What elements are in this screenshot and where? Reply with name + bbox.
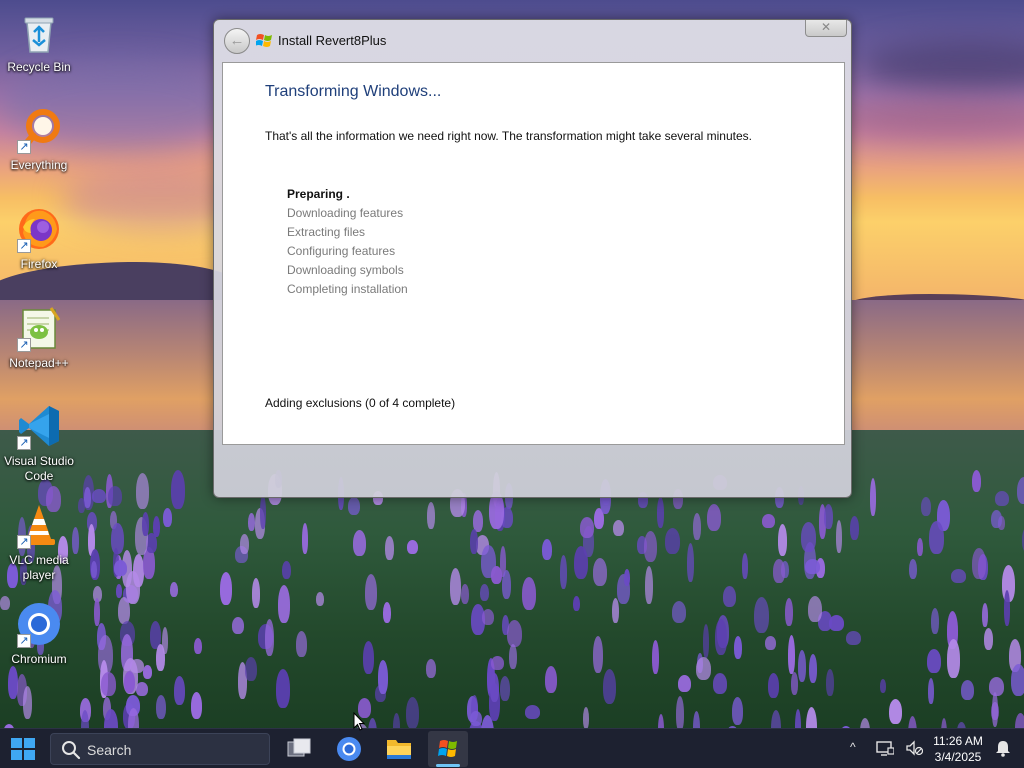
windows-flag-icon	[438, 740, 457, 757]
start-button[interactable]	[10, 737, 36, 761]
desktop-icon-label: Visual Studio Code	[4, 454, 74, 483]
shortcut-arrow-icon: ↗	[17, 436, 31, 450]
taskbar-clock[interactable]: 11:26 AM 3/4/2025	[928, 733, 988, 765]
notepad-plus-plus-icon: ↗	[15, 304, 63, 352]
desktop-icon-label: Recycle Bin	[7, 60, 71, 74]
network-icon[interactable]	[876, 739, 894, 757]
taskbar-task-view[interactable]	[279, 731, 319, 767]
taskbar: Search ^ 11:26 AM 3/4/2025	[0, 728, 1024, 768]
mouse-cursor-icon	[353, 712, 365, 731]
desktop-icon-vscode[interactable]: ↗ Visual Studio Code	[2, 402, 76, 484]
shortcut-arrow-icon: ↗	[17, 239, 31, 253]
window-title: Install Revert8Plus	[278, 33, 387, 48]
windows-flag-icon	[256, 34, 272, 47]
taskbar-file-explorer[interactable]	[379, 731, 419, 767]
desktop-icon-recycle-bin[interactable]: Recycle Bin	[2, 8, 76, 75]
page-description: That's all the information we need right…	[265, 129, 752, 143]
vscode-icon: ↗	[15, 402, 63, 450]
desktop-icon-firefox[interactable]: ↗ Firefox	[2, 205, 76, 272]
desktop-icon-label: Everything	[10, 158, 68, 172]
progress-steps-list: Preparing . Downloading features Extract…	[287, 185, 408, 299]
task-view-icon	[287, 738, 311, 757]
windows-logo-icon	[11, 738, 35, 760]
step-item: Extracting files	[287, 225, 366, 239]
desktop-icon-vlc[interactable]: ↗ VLC media player	[2, 501, 76, 583]
installer-window: ← Install Revert8Plus ✕ Transforming Win…	[213, 19, 852, 498]
step-item: Downloading symbols	[287, 263, 404, 277]
folder-icon	[387, 740, 411, 759]
clock-date: 3/4/2025	[934, 750, 982, 764]
clock-time: 11:26 AM	[933, 734, 983, 748]
everything-search-icon: ↗	[15, 106, 63, 154]
step-item: Preparing .	[287, 187, 350, 201]
search-icon	[62, 741, 81, 760]
chromium-icon	[337, 737, 361, 761]
taskbar-installer[interactable]	[428, 731, 468, 767]
desktop-icon-label: Chromium	[11, 652, 67, 666]
firefox-icon: ↗	[15, 205, 63, 253]
taskbar-search[interactable]: Search	[50, 733, 270, 765]
step-item: Downloading features	[287, 206, 404, 220]
page-title: Transforming Windows...	[265, 83, 442, 100]
status-text: Adding exclusions (0 of 4 complete)	[265, 396, 456, 410]
shortcut-arrow-icon: ↗	[17, 535, 31, 549]
installer-content-panel: Transforming Windows... That's all the i…	[222, 62, 845, 445]
vlc-icon: ↗	[15, 501, 63, 549]
search-label: Search	[87, 742, 132, 758]
desktop-icon-chromium[interactable]: ↗ Chromium	[2, 600, 76, 667]
volume-muted-icon[interactable]	[905, 739, 923, 757]
chromium-icon: ↗	[15, 600, 63, 648]
shortcut-arrow-icon: ↗	[17, 338, 31, 352]
desktop-icon-label: Firefox	[20, 257, 58, 271]
desktop-icon-label: VLC media player	[9, 553, 69, 582]
tray-overflow-chevron-icon[interactable]: ^	[850, 740, 856, 754]
desktop-icon-everything[interactable]: ↗ Everything	[2, 106, 76, 173]
desktop-icon-notepad-plus-plus[interactable]: ↗ Notepad++	[2, 304, 76, 371]
taskbar-chromium[interactable]	[329, 731, 369, 767]
close-icon: ✕	[820, 20, 832, 34]
notification-bell-icon[interactable]	[994, 739, 1012, 757]
step-item: Configuring features	[287, 244, 396, 258]
shortcut-arrow-icon: ↗	[17, 140, 31, 154]
back-arrow-icon[interactable]: ←	[224, 28, 250, 54]
shortcut-arrow-icon: ↗	[17, 634, 31, 648]
close-button[interactable]: ✕	[805, 20, 847, 37]
step-item: Completing installation	[287, 282, 408, 296]
recycle-bin-icon	[15, 8, 63, 56]
desktop-icon-label: Notepad++	[9, 356, 69, 370]
